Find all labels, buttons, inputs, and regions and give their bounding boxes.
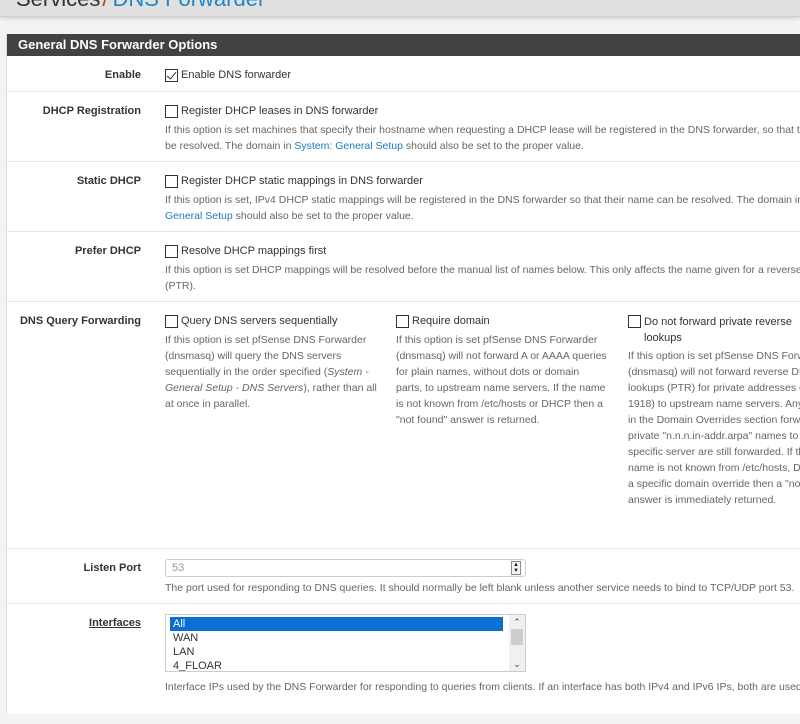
no-private-reverse-help: If this option is set pfSense DNS Forwar… bbox=[628, 350, 800, 506]
breadcrumb: Services/ DNS Forwarder bbox=[16, 0, 265, 12]
system-general-setup-link[interactable]: System: General Setup bbox=[294, 140, 403, 152]
interface-option-4-floar[interactable]: 4_FLOAR bbox=[166, 659, 502, 671]
require-domain-help: If this option is set pfSense DNS Forwar… bbox=[396, 334, 607, 426]
require-domain-option: Require domain If this option is set pfS… bbox=[396, 314, 608, 428]
prefer-dhcp-label: Prefer DHCP bbox=[74, 245, 141, 257]
general-options-panel: General DNS Forwarder Options Enable Ena… bbox=[6, 34, 800, 714]
register-dhcp-leases-checkbox[interactable]: Register DHCP leases in DNS forwarder bbox=[165, 104, 800, 118]
interfaces-help: Interface IPs used by the DNS Forwarder … bbox=[165, 681, 800, 693]
static-dhcp-label: Static DHCP bbox=[76, 175, 141, 187]
enable-dns-forwarder-checkbox[interactable]: Enable DNS forwarder bbox=[165, 68, 800, 82]
help-text: be resolved. The domain in bbox=[165, 140, 295, 152]
scroll-thumb[interactable] bbox=[511, 629, 523, 645]
interfaces-label: Interfaces bbox=[89, 617, 141, 629]
row-enable: Enable Enable DNS forwarder bbox=[7, 56, 800, 92]
dhcp-registration-help: If this option is set machines that spec… bbox=[165, 122, 800, 154]
breadcrumb-current[interactable]: DNS Forwarder bbox=[112, 0, 265, 11]
query-sequential-help: If this option is set pfSense DNS Forwar… bbox=[165, 332, 380, 412]
dns-query-forwarding-label: DNS Query Forwarding bbox=[19, 315, 141, 327]
checkbox-icon[interactable] bbox=[165, 174, 178, 188]
interface-option-wan[interactable]: WAN bbox=[166, 631, 502, 645]
no-private-reverse-checkbox[interactable]: Do not forward private reverse lookups bbox=[628, 314, 800, 346]
checkbox-icon[interactable] bbox=[628, 315, 641, 328]
general-setup-link[interactable]: General Setup bbox=[165, 210, 233, 222]
listbox-scrollbar[interactable]: ⌃ ⌄ bbox=[509, 615, 525, 671]
help-line: If this option is set, IPv4 DHCP static … bbox=[165, 194, 800, 206]
scroll-up-icon[interactable]: ⌃ bbox=[509, 615, 525, 629]
register-dhcp-leases-label[interactable]: Register DHCP leases in DNS forwarder bbox=[181, 105, 378, 117]
checkbox-icon[interactable] bbox=[165, 104, 178, 118]
row-dhcp-registration: DHCP Registration Register DHCP leases i… bbox=[7, 92, 800, 162]
spinner-down-icon[interactable]: ▼ bbox=[512, 568, 520, 574]
query-sequential-label[interactable]: Query DNS servers sequentially bbox=[181, 315, 338, 327]
help-line: If this option is set machines that spec… bbox=[165, 124, 800, 136]
scroll-down-icon[interactable]: ⌄ bbox=[509, 657, 525, 671]
require-domain-checkbox[interactable]: Require domain bbox=[396, 314, 608, 328]
help-line: If this option is set DHCP mappings will… bbox=[165, 264, 800, 276]
static-dhcp-help: If this option is set, IPv4 DHCP static … bbox=[165, 192, 800, 224]
dhcp-registration-label: DHCP Registration bbox=[42, 105, 141, 117]
row-dns-query-forwarding: DNS Query Forwarding Query DNS servers s… bbox=[7, 302, 800, 549]
listen-port-placeholder: 53 bbox=[172, 562, 185, 574]
checkbox-icon[interactable] bbox=[396, 314, 409, 328]
query-sequential-checkbox[interactable]: Query DNS servers sequentially bbox=[165, 314, 380, 328]
listen-port-input[interactable]: 53 ▲ ▼ bbox=[165, 559, 526, 577]
register-static-mappings-checkbox[interactable]: Register DHCP static mappings in DNS for… bbox=[165, 174, 800, 188]
breadcrumb-parent[interactable]: Services bbox=[16, 0, 100, 11]
checkbox-icon[interactable] bbox=[165, 244, 178, 258]
panel-title: General DNS Forwarder Options bbox=[7, 34, 800, 56]
interface-option-all[interactable]: All bbox=[170, 617, 503, 631]
no-private-reverse-label[interactable]: Do not forward private reverse lookups bbox=[644, 314, 800, 346]
help-text: should also be set to the proper value. bbox=[402, 140, 584, 152]
checkbox-icon[interactable] bbox=[165, 314, 178, 328]
row-static-dhcp: Static DHCP Register DHCP static mapping… bbox=[7, 162, 800, 232]
help-text: should also be set to the proper value. bbox=[232, 210, 414, 222]
port-spinner[interactable]: ▲ ▼ bbox=[511, 561, 521, 575]
require-domain-label[interactable]: Require domain bbox=[412, 315, 490, 327]
help-line: (PTR). bbox=[165, 280, 196, 292]
row-prefer-dhcp: Prefer DHCP Resolve DHCP mappings first … bbox=[7, 232, 800, 302]
listen-port-label: Listen Port bbox=[83, 562, 141, 574]
interfaces-listbox[interactable]: All WAN LAN 4_FLOAR ⌃ ⌄ bbox=[165, 614, 526, 672]
register-static-mappings-label[interactable]: Register DHCP static mappings in DNS for… bbox=[181, 175, 423, 187]
help-line: General Setup should also be set to the … bbox=[165, 208, 800, 224]
row-listen-port: Listen Port 53 ▲ ▼ The port used for res… bbox=[7, 549, 800, 604]
page-header: Services/ DNS Forwarder bbox=[0, 0, 800, 17]
no-private-reverse-option: Do not forward private reverse lookups I… bbox=[628, 314, 800, 508]
breadcrumb-separator: / bbox=[102, 0, 108, 11]
prefer-dhcp-help: If this option is set DHCP mappings will… bbox=[165, 262, 800, 294]
query-sequential-option: Query DNS servers sequentially If this o… bbox=[165, 314, 380, 412]
enable-dns-forwarder-label[interactable]: Enable DNS forwarder bbox=[181, 69, 291, 81]
checkbox-checked-icon[interactable] bbox=[165, 68, 178, 82]
resolve-dhcp-first-checkbox[interactable]: Resolve DHCP mappings first bbox=[165, 244, 800, 258]
help-line: be resolved. The domain in System: Gener… bbox=[165, 138, 800, 154]
resolve-dhcp-first-label[interactable]: Resolve DHCP mappings first bbox=[181, 245, 326, 257]
listen-port-help: The port used for responding to DNS quer… bbox=[165, 582, 795, 594]
enable-label: Enable bbox=[104, 69, 141, 81]
interface-option-lan[interactable]: LAN bbox=[166, 645, 502, 659]
row-interfaces: Interfaces All WAN LAN 4_FLOAR ⌃ ⌄ Inter… bbox=[7, 604, 800, 724]
